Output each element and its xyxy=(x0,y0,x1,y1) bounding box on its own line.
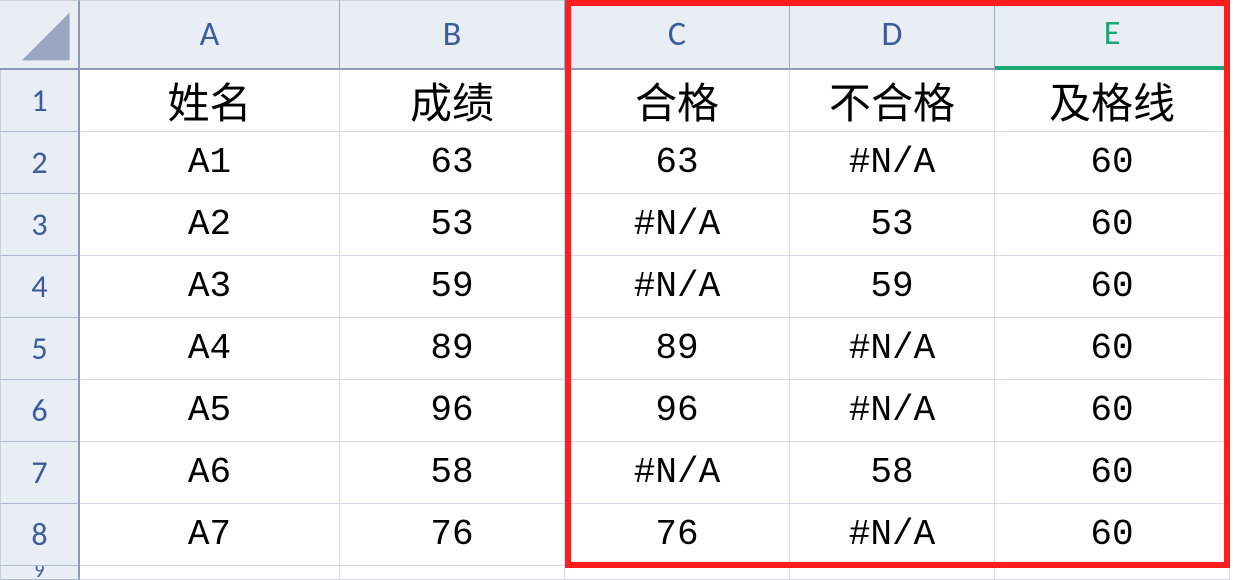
cell-B9[interactable] xyxy=(340,566,565,580)
cell-C4[interactable]: #N/A xyxy=(565,256,790,318)
cell-A4[interactable]: A3 xyxy=(80,256,340,318)
col-header-D[interactable]: D xyxy=(790,0,995,70)
cell-C9[interactable] xyxy=(565,566,790,580)
col-header-C[interactable]: C xyxy=(565,0,790,70)
cell-B6[interactable]: 96 xyxy=(340,380,565,442)
cell-E7[interactable]: 60 xyxy=(995,442,1230,504)
row-header-7[interactable]: 7 xyxy=(0,442,80,504)
row-header-3[interactable]: 3 xyxy=(0,194,80,256)
cell-A9[interactable] xyxy=(80,566,340,580)
row-header-6[interactable]: 6 xyxy=(0,380,80,442)
cell-D5[interactable]: #N/A xyxy=(790,318,995,380)
col-header-E[interactable]: E xyxy=(995,0,1230,70)
cell-E5[interactable]: 60 xyxy=(995,318,1230,380)
cell-C2[interactable]: 63 xyxy=(565,132,790,194)
row-header-1[interactable]: 1 xyxy=(0,70,80,132)
cell-D4[interactable]: 59 xyxy=(790,256,995,318)
cell-B5[interactable]: 89 xyxy=(340,318,565,380)
cell-C7[interactable]: #N/A xyxy=(565,442,790,504)
row-header-8[interactable]: 8 xyxy=(0,504,80,566)
cell-E3[interactable]: 60 xyxy=(995,194,1230,256)
cell-A8[interactable]: A7 xyxy=(80,504,340,566)
row-header-5[interactable]: 5 xyxy=(0,318,80,380)
cell-B2[interactable]: 63 xyxy=(340,132,565,194)
cell-E9[interactable] xyxy=(995,566,1230,580)
spreadsheet: A B C D E 1 姓名 成绩 合格 不合格 及格线 2 A1 63 63 … xyxy=(0,0,1238,580)
cell-E8[interactable]: 60 xyxy=(995,504,1230,566)
row-header-4[interactable]: 4 xyxy=(0,256,80,318)
grid: A B C D E 1 姓名 成绩 合格 不合格 及格线 2 A1 63 63 … xyxy=(0,0,1238,580)
cell-E2[interactable]: 60 xyxy=(995,132,1230,194)
cell-C1[interactable]: 合格 xyxy=(565,70,790,132)
cell-D2[interactable]: #N/A xyxy=(790,132,995,194)
col-header-B[interactable]: B xyxy=(340,0,565,70)
cell-D8[interactable]: #N/A xyxy=(790,504,995,566)
cell-A5[interactable]: A4 xyxy=(80,318,340,380)
cell-A3[interactable]: A2 xyxy=(80,194,340,256)
cell-B3[interactable]: 53 xyxy=(340,194,565,256)
cell-E6[interactable]: 60 xyxy=(995,380,1230,442)
cell-C3[interactable]: #N/A xyxy=(565,194,790,256)
cell-C8[interactable]: 76 xyxy=(565,504,790,566)
cell-A6[interactable]: A5 xyxy=(80,380,340,442)
cell-A2[interactable]: A1 xyxy=(80,132,340,194)
row-header-9[interactable]: 9 xyxy=(0,566,80,580)
cell-B1[interactable]: 成绩 xyxy=(340,70,565,132)
cell-C6[interactable]: 96 xyxy=(565,380,790,442)
cell-E1[interactable]: 及格线 xyxy=(995,70,1230,132)
select-all-corner[interactable] xyxy=(0,0,80,70)
cell-D9[interactable] xyxy=(790,566,995,580)
cell-A7[interactable]: A6 xyxy=(80,442,340,504)
row-header-2[interactable]: 2 xyxy=(0,132,80,194)
cell-D7[interactable]: 58 xyxy=(790,442,995,504)
cell-C5[interactable]: 89 xyxy=(565,318,790,380)
cell-B7[interactable]: 58 xyxy=(340,442,565,504)
cell-B8[interactable]: 76 xyxy=(340,504,565,566)
cell-D3[interactable]: 53 xyxy=(790,194,995,256)
cell-D1[interactable]: 不合格 xyxy=(790,70,995,132)
cell-A1[interactable]: 姓名 xyxy=(80,70,340,132)
cell-D6[interactable]: #N/A xyxy=(790,380,995,442)
cell-B4[interactable]: 59 xyxy=(340,256,565,318)
col-header-A[interactable]: A xyxy=(80,0,340,70)
select-all-triangle-icon xyxy=(0,1,78,68)
cell-E4[interactable]: 60 xyxy=(995,256,1230,318)
